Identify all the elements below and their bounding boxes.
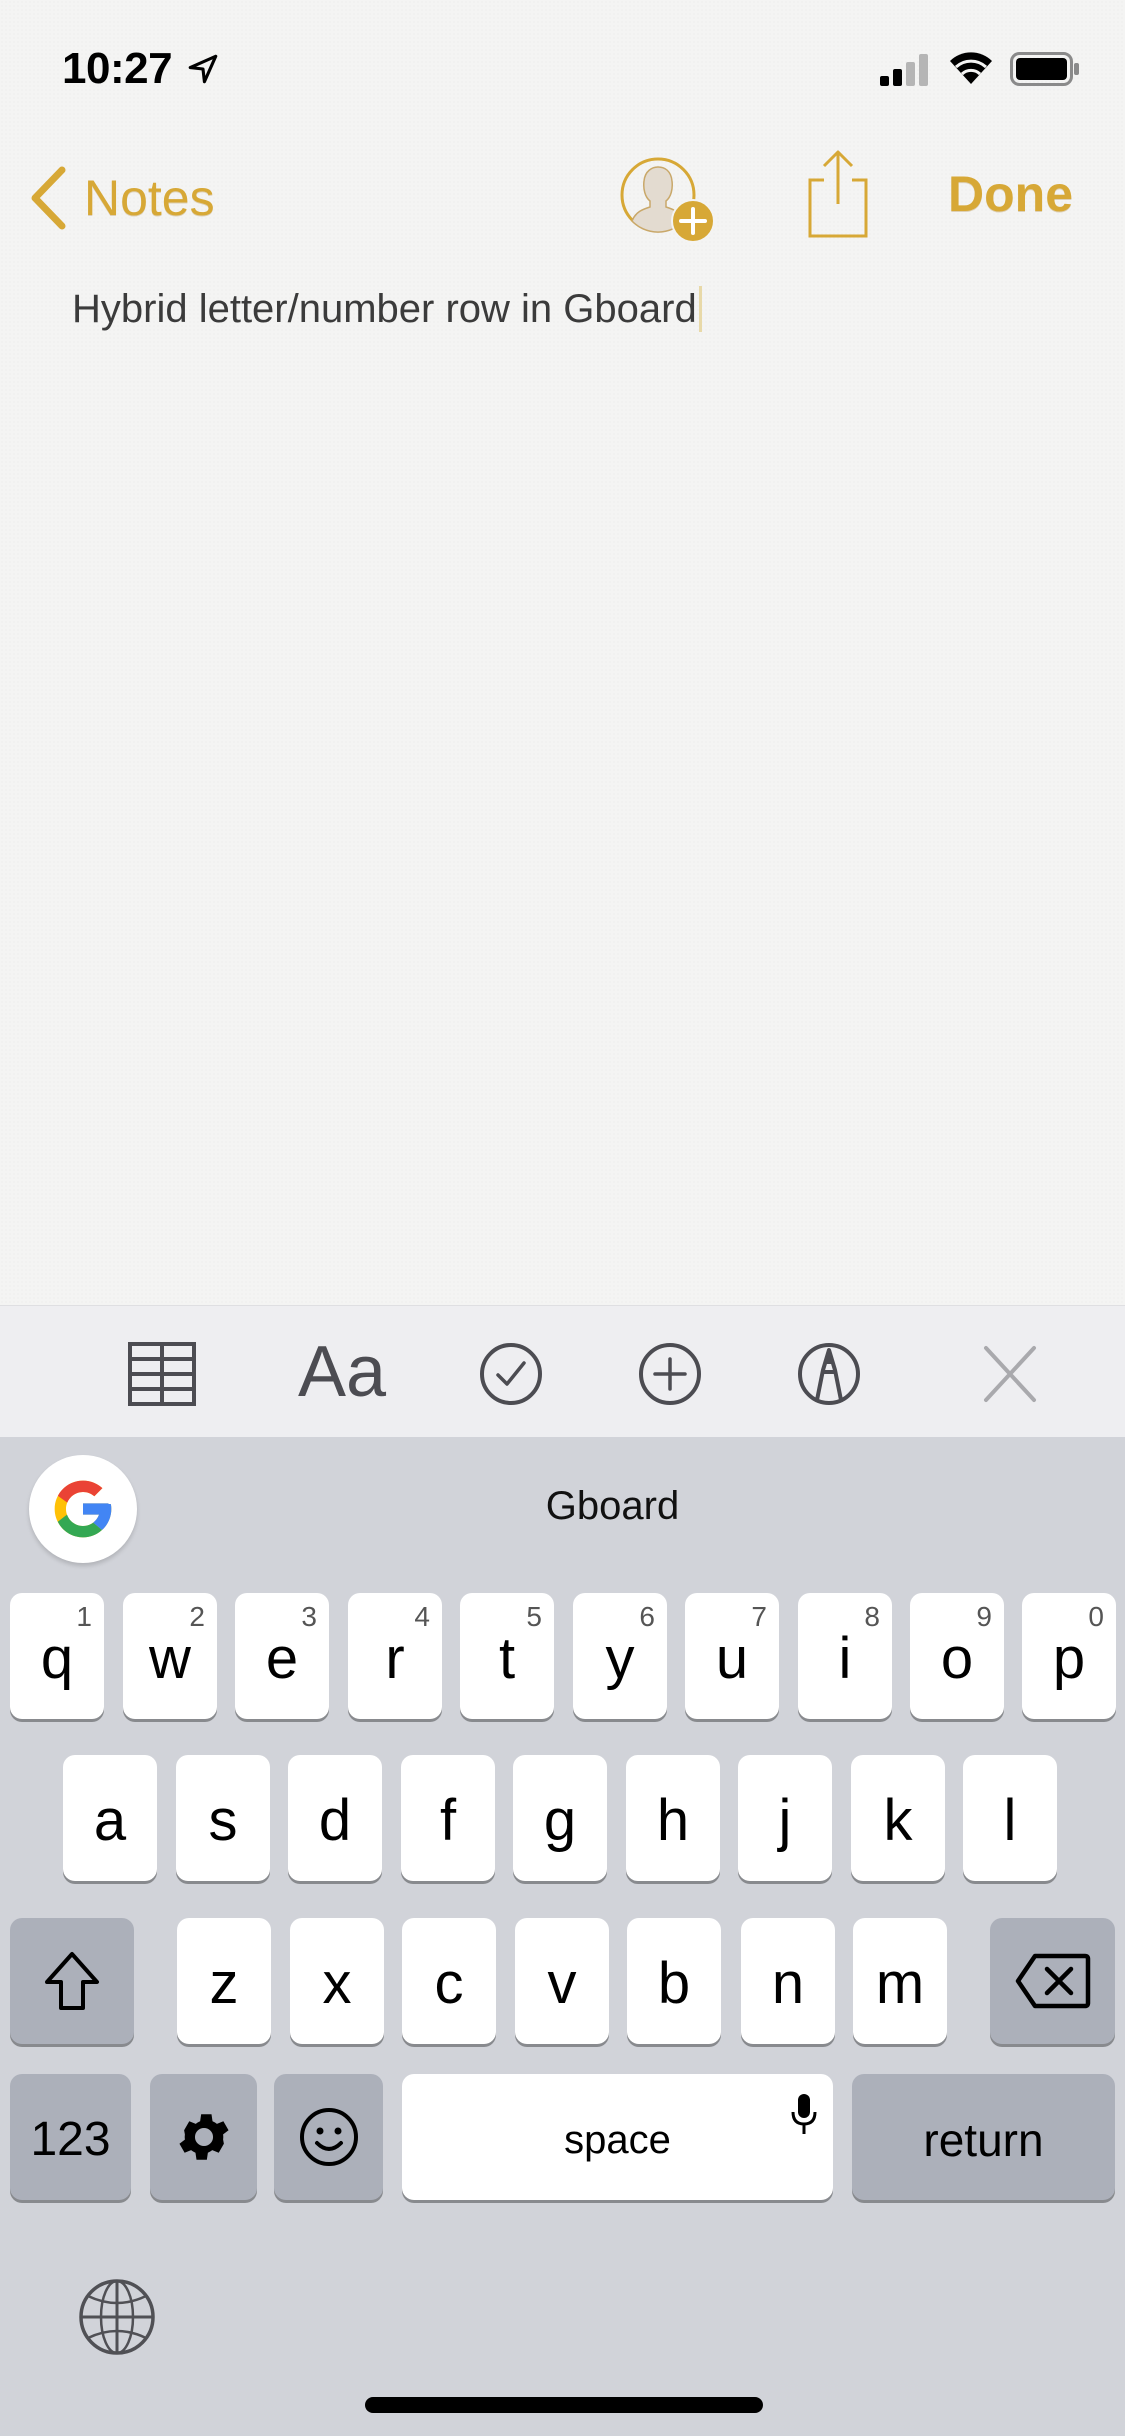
smiley-icon	[299, 2108, 358, 2166]
formatting-toolbar: Aa	[0, 1305, 1125, 1437]
wifi-icon	[950, 52, 992, 84]
key-k[interactable]: k	[851, 1755, 945, 1881]
key-p[interactable]: p0	[1022, 1593, 1116, 1719]
space-key[interactable]: space	[402, 2074, 833, 2200]
key-i[interactable]: i8	[798, 1593, 892, 1719]
key-u[interactable]: u7	[685, 1593, 779, 1719]
done-button[interactable]: Done	[948, 165, 1073, 223]
key-b[interactable]: b	[627, 1918, 721, 2044]
key-n[interactable]: n	[741, 1918, 835, 2044]
key-y[interactable]: y6	[573, 1593, 667, 1719]
status-time: 10:27	[62, 44, 173, 93]
globe-icon[interactable]	[78, 2278, 156, 2356]
checkmark-circle-icon[interactable]	[479, 1342, 543, 1406]
settings-key[interactable]	[150, 2074, 257, 2200]
key-c[interactable]: c	[402, 1918, 496, 2044]
key-o[interactable]: o9	[910, 1593, 1004, 1719]
back-label: Notes	[84, 170, 215, 226]
key-x[interactable]: x	[290, 1918, 384, 2044]
gear-icon	[178, 2114, 229, 2160]
pen-markup-icon[interactable]	[797, 1342, 861, 1406]
back-button[interactable]: Notes	[28, 160, 215, 236]
chevron-left-icon	[31, 166, 66, 230]
gboard-label: Gboard	[545, 1484, 680, 1528]
key-a[interactable]: a	[63, 1755, 157, 1881]
microphone-icon	[791, 2094, 817, 2134]
key-z[interactable]: z	[177, 1918, 271, 2044]
key-l[interactable]: l	[963, 1755, 1057, 1881]
text-cursor	[698, 286, 702, 332]
cellular-signal-icon	[880, 54, 928, 86]
key-m[interactable]: m	[853, 1918, 947, 2044]
shift-key[interactable]	[10, 1918, 134, 2044]
table-icon[interactable]	[128, 1342, 196, 1406]
text-format-icon[interactable]: Aa	[298, 1336, 386, 1408]
backspace-icon	[1015, 1953, 1090, 2009]
close-icon[interactable]	[983, 1342, 1037, 1406]
share-icon[interactable]	[804, 148, 872, 240]
key-f[interactable]: f	[401, 1755, 495, 1881]
key-q[interactable]: q1	[10, 1593, 104, 1719]
home-indicator[interactable]	[365, 2397, 763, 2413]
battery-icon	[1010, 52, 1079, 86]
delete-key[interactable]	[990, 1918, 1115, 2044]
key-h[interactable]: h	[626, 1755, 720, 1881]
note-text: Hybrid letter/number row in Gboard	[72, 287, 697, 331]
shift-arrow-icon	[45, 1952, 99, 2010]
key-r[interactable]: r4	[348, 1593, 442, 1719]
key-e[interactable]: e3	[235, 1593, 329, 1719]
plus-circle-icon[interactable]	[638, 1342, 702, 1406]
add-person-icon[interactable]	[618, 155, 722, 245]
key-g[interactable]: g	[513, 1755, 607, 1881]
numbers-key[interactable]: 123	[10, 2074, 131, 2200]
key-j[interactable]: j	[738, 1755, 832, 1881]
key-w[interactable]: w2	[123, 1593, 217, 1719]
location-arrow-icon	[188, 54, 218, 84]
key-v[interactable]: v	[515, 1918, 609, 2044]
note-body[interactable]: Hybrid letter/number row in Gboard	[72, 286, 702, 332]
key-t[interactable]: t5	[460, 1593, 554, 1719]
emoji-key[interactable]	[274, 2074, 383, 2200]
key-s[interactable]: s	[176, 1755, 270, 1881]
return-key[interactable]: return	[852, 2074, 1115, 2200]
key-d[interactable]: d	[288, 1755, 382, 1881]
